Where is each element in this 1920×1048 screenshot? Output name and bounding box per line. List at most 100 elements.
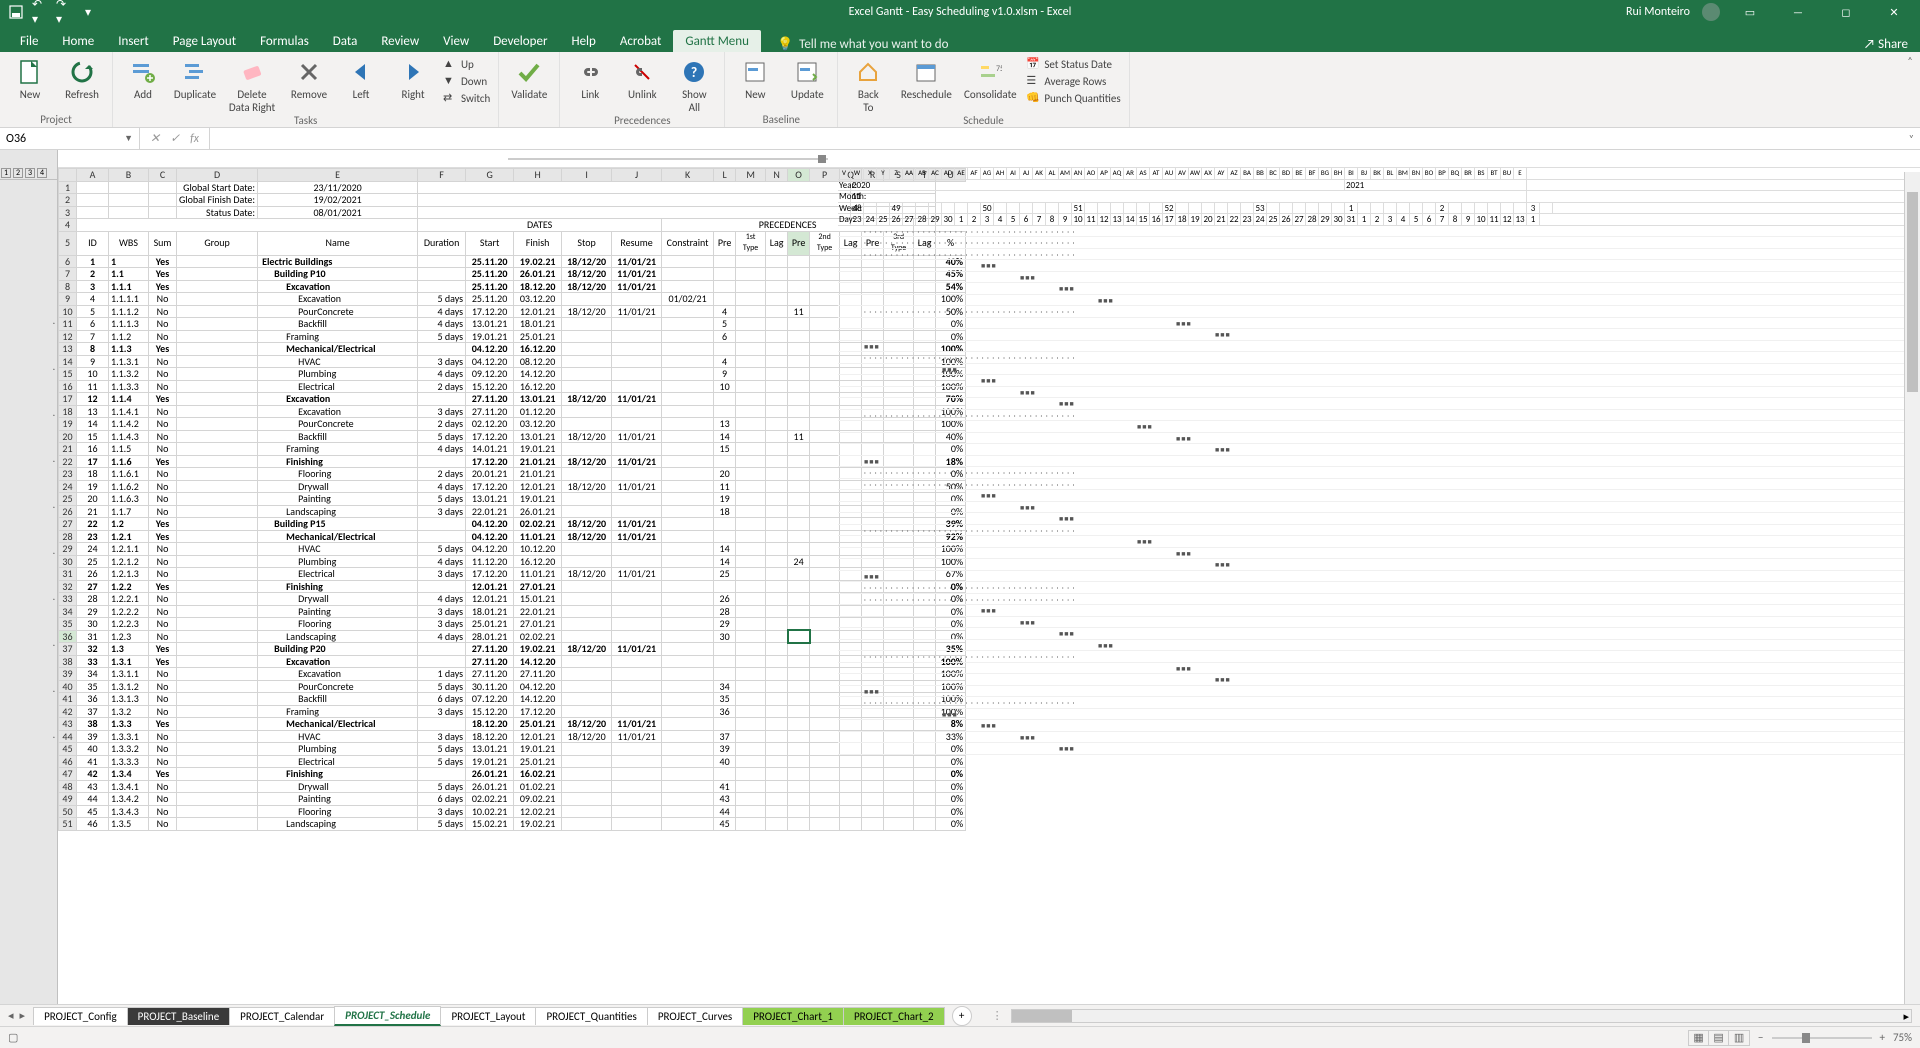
tab-developer[interactable]: Developer (481, 30, 559, 52)
vertical-scrollbar[interactable] (1904, 172, 1920, 1004)
name-box[interactable]: O36▼ (0, 128, 140, 149)
tab-scroll-last-icon[interactable]: ▸ (20, 1009, 26, 1022)
redo-icon[interactable]: ↷ ▾ (56, 4, 72, 20)
group-precedences-label: Precedences (566, 114, 718, 128)
cancel-formula-icon[interactable]: ✕ (150, 131, 160, 146)
tab-data[interactable]: Data (321, 30, 370, 52)
sheet-tab-chart2[interactable]: PROJECT_Chart_2 (843, 1007, 945, 1025)
horizontal-scrollbar[interactable]: ◂▸ (1011, 1009, 1912, 1023)
home-icon (854, 58, 882, 86)
delete-button[interactable]: Delete Data Right (223, 56, 281, 114)
add-sheet-button[interactable]: + (952, 1006, 972, 1026)
horizontal-scroll-top[interactable] (58, 150, 1920, 168)
tell-me-search[interactable]: 💡 Tell me what you want to do (777, 37, 949, 52)
gantt-area: VWXYZAAABACADAEAFAGAHAIAJAKALAMANAOAPAQA… (838, 168, 1920, 1004)
tab-view[interactable]: View (431, 30, 481, 52)
link-button[interactable]: Link (566, 56, 614, 101)
sheet-tab-calendar[interactable]: PROJECT_Calendar (229, 1007, 335, 1025)
refresh-button[interactable]: Refresh (58, 56, 106, 101)
sheet-tab-curves[interactable]: PROJECT_Curves (647, 1007, 743, 1025)
close-icon[interactable]: ✕ (1876, 0, 1912, 24)
set-status-date-button[interactable]: 📅Set Status Date (1024, 56, 1122, 72)
page-break-view-icon[interactable]: ▥ (1729, 1031, 1749, 1045)
sheet-tab-baseline[interactable]: PROJECT_Baseline (127, 1007, 231, 1025)
tab-gantt-menu[interactable]: Gantt Menu (673, 30, 761, 52)
sheet-tab-config[interactable]: PROJECT_Config (33, 1007, 128, 1025)
outline-level-3[interactable]: 3 (25, 168, 35, 178)
window-title: Excel Gantt - Easy Scheduling v1.0.xlsm … (849, 5, 1072, 19)
normal-view-icon[interactable]: ▦ (1689, 1031, 1709, 1045)
new-project-button[interactable]: New (6, 56, 54, 101)
undo-icon[interactable]: ↶ ▾ (32, 4, 48, 20)
qat-more-icon[interactable]: ▾ (80, 4, 96, 20)
sheet-tab-chart1[interactable]: PROJECT_Chart_1 (742, 1007, 844, 1025)
up-button[interactable]: ▲Up (441, 56, 492, 72)
refresh-icon (68, 58, 96, 86)
backto-button[interactable]: Back To (844, 56, 892, 114)
outline-level-2[interactable]: 2 (13, 168, 23, 178)
add-task-button[interactable]: Add (119, 56, 167, 101)
fx-icon[interactable]: fx (190, 132, 199, 146)
switch-button[interactable]: ⇄Switch (441, 90, 492, 106)
consolidate-button[interactable]: 75%Consolidate (960, 56, 1020, 101)
tab-formulas[interactable]: Formulas (248, 30, 321, 52)
duplicate-button[interactable]: Duplicate (171, 56, 219, 101)
down-button[interactable]: ▼Down (441, 73, 492, 89)
validate-button[interactable]: Validate (505, 56, 553, 101)
group-tasks-label: Tasks (119, 114, 492, 128)
tab-pagelayout[interactable]: Page Layout (161, 30, 248, 52)
add-icon (129, 58, 157, 86)
zoom-in-icon[interactable]: + (1880, 1031, 1885, 1044)
document-icon (16, 58, 44, 86)
formula-bar[interactable] (209, 128, 1903, 149)
tab-home[interactable]: Home (50, 30, 106, 52)
sheet-tab-quantities[interactable]: PROJECT_Quantities (535, 1007, 647, 1025)
outline-level-4[interactable]: 4 (37, 168, 47, 178)
baseline-icon (741, 58, 769, 86)
check-icon (515, 58, 543, 86)
ribbon-display-icon[interactable]: ▭ (1732, 0, 1768, 24)
remove-icon (295, 58, 323, 86)
spreadsheet-grid[interactable]: ABCDEFGHIJKLMNOPQRSTU1Global Start Date:… (58, 168, 966, 831)
eraser-icon (238, 58, 266, 86)
maximize-icon[interactable]: ◻ (1828, 0, 1864, 24)
avatar[interactable] (1702, 3, 1720, 21)
collapse-ribbon-icon[interactable]: ˄ (1900, 52, 1920, 127)
reschedule-button[interactable]: Reschedule (896, 56, 956, 101)
baseline-update-button[interactable]: Update (783, 56, 831, 101)
formula-row: O36▼ ✕ ✓ fx ˅ (0, 128, 1920, 150)
tab-review[interactable]: Review (369, 30, 431, 52)
record-macro-icon[interactable]: ▢ (8, 1031, 18, 1044)
arrow-right-icon (399, 58, 427, 86)
right-button[interactable]: Right (389, 56, 437, 101)
share-button[interactable]: ↗ Share (1864, 37, 1908, 52)
sheet-tab-layout[interactable]: PROJECT_Layout (440, 1007, 536, 1025)
user-name[interactable]: Rui Monteiro (1626, 5, 1690, 19)
expand-formula-icon[interactable]: ˅ (1903, 132, 1920, 145)
showall-button[interactable]: ?Show All (670, 56, 718, 114)
tab-file[interactable]: File (8, 30, 50, 52)
page-layout-view-icon[interactable]: ▤ (1709, 1031, 1729, 1045)
accept-formula-icon[interactable]: ✓ (170, 131, 180, 146)
remove-button[interactable]: Remove (285, 56, 333, 101)
left-button[interactable]: Left (337, 56, 385, 101)
arrow-down-icon: ▼ (443, 74, 457, 88)
sheet-tab-schedule[interactable]: PROJECT_Schedule (334, 1006, 441, 1026)
outline-level-1[interactable]: 1 (1, 168, 11, 178)
unlink-icon (628, 58, 656, 86)
average-rows-button[interactable]: ☰Average Rows (1024, 73, 1122, 89)
baseline-new-button[interactable]: New (731, 56, 779, 101)
unlink-button[interactable]: Unlink (618, 56, 666, 101)
zoom-slider[interactable] (1772, 1037, 1872, 1039)
punch-quantities-button[interactable]: 👊Punch Quantities (1024, 90, 1122, 106)
slider-thumb[interactable] (818, 155, 826, 163)
tab-scroll-first-icon[interactable]: ◂ (8, 1009, 14, 1022)
tab-acrobat[interactable]: Acrobat (608, 30, 674, 52)
minimize-icon[interactable]: — (1780, 0, 1816, 24)
save-icon[interactable] (8, 4, 24, 20)
outline-column[interactable]: 1 2 3 4 ·········· (0, 150, 58, 1004)
zoom-out-icon[interactable]: − (1758, 1031, 1763, 1044)
zoom-level[interactable]: 75% (1893, 1031, 1912, 1044)
tab-help[interactable]: Help (559, 30, 607, 52)
tab-insert[interactable]: Insert (106, 30, 161, 52)
